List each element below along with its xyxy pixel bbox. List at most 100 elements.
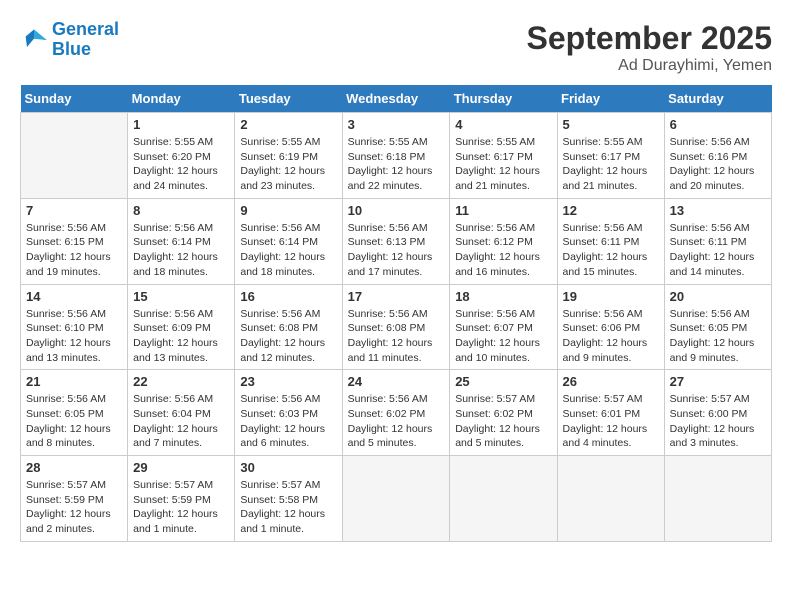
calendar-week-row: 7 Sunrise: 5:56 AMSunset: 6:15 PMDaylight… [21,198,772,284]
day-number: 21 [26,374,122,389]
weekday-header: Wednesday [342,85,450,113]
calendar-week-row: 14Sunrise: 5:56 AMSunset: 6:10 PMDayligh… [21,284,772,370]
day-info: Sunrise: 5:57 AMSunset: 5:59 PMDaylight:… [133,478,229,537]
calendar-cell: 13 Sunrise: 5:56 AMSunset: 6:11 PMDayligh… [664,198,771,284]
calendar-cell: 1 Sunrise: 5:55 AMSunset: 6:20 PMDaylight… [128,113,235,199]
day-number: 25 [455,374,551,389]
day-info: Sunrise: 5:56 AMSunset: 6:03 PMDaylight:… [240,392,336,451]
day-number: 7 [26,203,122,218]
calendar-cell: 20Sunrise: 5:56 AMSunset: 6:05 PMDayligh… [664,284,771,370]
day-info: Sunrise: 5:56 AMSunset: 6:13 PMDaylight:… [348,221,445,280]
calendar-week-row: 1 Sunrise: 5:55 AMSunset: 6:20 PMDaylight… [21,113,772,199]
weekday-header: Saturday [664,85,771,113]
calendar-cell: 15 Sunrise: 5:56 AMSunset: 6:09 PMDayligh… [128,284,235,370]
calendar-cell [21,113,128,199]
calendar-cell: 22 Sunrise: 5:56 AMSunset: 6:04 PMDayligh… [128,370,235,456]
calendar-cell [342,456,450,542]
calendar-cell: 18 Sunrise: 5:56 AMSunset: 6:07 PMDayligh… [450,284,557,370]
day-info: Sunrise: 5:57 AMSunset: 5:59 PMDaylight:… [26,478,122,537]
day-info: Sunrise: 5:56 AMSunset: 6:12 PMDaylight:… [455,221,551,280]
day-number: 13 [670,203,766,218]
weekday-header: Friday [557,85,664,113]
day-info: Sunrise: 5:56 AMSunset: 6:02 PMDaylight:… [348,392,445,451]
day-number: 15 [133,289,229,304]
day-info: Sunrise: 5:56 AMSunset: 6:08 PMDaylight:… [348,307,445,366]
calendar-cell: 4 Sunrise: 5:55 AMSunset: 6:17 PMDaylight… [450,113,557,199]
calendar-cell: 5 Sunrise: 5:55 AMSunset: 6:17 PMDaylight… [557,113,664,199]
day-info: Sunrise: 5:57 AMSunset: 6:01 PMDaylight:… [563,392,659,451]
day-info: Sunrise: 5:55 AMSunset: 6:18 PMDaylight:… [348,135,445,194]
day-info: Sunrise: 5:56 AMSunset: 6:11 PMDaylight:… [563,221,659,280]
day-info: Sunrise: 5:56 AMSunset: 6:11 PMDaylight:… [670,221,766,280]
day-number: 26 [563,374,659,389]
location-title: Ad Durayhimi, Yemen [527,57,772,75]
calendar-cell [450,456,557,542]
title-section: September 2025 Ad Durayhimi, Yemen [527,20,772,75]
day-number: 1 [133,117,229,132]
day-number: 24 [348,374,445,389]
calendar-cell: 6Sunrise: 5:56 AMSunset: 6:16 PMDaylight… [664,113,771,199]
day-number: 5 [563,117,659,132]
calendar-cell: 12Sunrise: 5:56 AMSunset: 6:11 PMDayligh… [557,198,664,284]
calendar-cell: 23 Sunrise: 5:56 AMSunset: 6:03 PMDayligh… [235,370,342,456]
calendar-table: SundayMondayTuesdayWednesdayThursdayFrid… [20,85,772,542]
calendar-cell: 29 Sunrise: 5:57 AMSunset: 5:59 PMDayligh… [128,456,235,542]
calendar-cell: 11 Sunrise: 5:56 AMSunset: 6:12 PMDayligh… [450,198,557,284]
day-number: 20 [670,289,766,304]
weekday-header: Thursday [450,85,557,113]
day-info: Sunrise: 5:56 AMSunset: 6:04 PMDaylight:… [133,392,229,451]
calendar-cell: 19Sunrise: 5:56 AMSunset: 6:06 PMDayligh… [557,284,664,370]
day-number: 3 [348,117,445,132]
calendar-week-row: 28 Sunrise: 5:57 AMSunset: 5:59 PMDayligh… [21,456,772,542]
logo: GeneralBlue [20,20,119,60]
day-number: 11 [455,203,551,218]
day-info: Sunrise: 5:55 AMSunset: 6:17 PMDaylight:… [563,135,659,194]
day-info: Sunrise: 5:55 AMSunset: 6:20 PMDaylight:… [133,135,229,194]
day-number: 14 [26,289,122,304]
day-number: 23 [240,374,336,389]
calendar-cell: 21Sunrise: 5:56 AMSunset: 6:05 PMDayligh… [21,370,128,456]
day-number: 17 [348,289,445,304]
weekday-header: Tuesday [235,85,342,113]
day-number: 28 [26,460,122,475]
day-info: Sunrise: 5:56 AMSunset: 6:15 PMDaylight:… [26,221,122,280]
month-title: September 2025 [527,20,772,57]
calendar-cell: 30 Sunrise: 5:57 AMSunset: 5:58 PMDayligh… [235,456,342,542]
calendar-cell: 8 Sunrise: 5:56 AMSunset: 6:14 PMDaylight… [128,198,235,284]
logo-text: GeneralBlue [52,20,119,60]
weekday-header: Sunday [21,85,128,113]
day-info: Sunrise: 5:55 AMSunset: 6:19 PMDaylight:… [240,135,336,194]
day-number: 29 [133,460,229,475]
day-info: Sunrise: 5:57 AMSunset: 6:02 PMDaylight:… [455,392,551,451]
day-number: 30 [240,460,336,475]
day-number: 4 [455,117,551,132]
day-info: Sunrise: 5:55 AMSunset: 6:17 PMDaylight:… [455,135,551,194]
day-number: 9 [240,203,336,218]
calendar-cell: 14Sunrise: 5:56 AMSunset: 6:10 PMDayligh… [21,284,128,370]
day-info: Sunrise: 5:56 AMSunset: 6:07 PMDaylight:… [455,307,551,366]
day-info: Sunrise: 5:57 AMSunset: 5:58 PMDaylight:… [240,478,336,537]
day-info: Sunrise: 5:56 AMSunset: 6:06 PMDaylight:… [563,307,659,366]
day-info: Sunrise: 5:56 AMSunset: 6:09 PMDaylight:… [133,307,229,366]
day-number: 10 [348,203,445,218]
day-info: Sunrise: 5:56 AMSunset: 6:14 PMDaylight:… [133,221,229,280]
day-number: 6 [670,117,766,132]
calendar-cell: 2Sunrise: 5:55 AMSunset: 6:19 PMDaylight… [235,113,342,199]
calendar-cell [557,456,664,542]
calendar-header-row: SundayMondayTuesdayWednesdayThursdayFrid… [21,85,772,113]
day-number: 18 [455,289,551,304]
day-number: 8 [133,203,229,218]
calendar-cell: 24 Sunrise: 5:56 AMSunset: 6:02 PMDayligh… [342,370,450,456]
calendar-cell: 25 Sunrise: 5:57 AMSunset: 6:02 PMDayligh… [450,370,557,456]
logo-icon [20,26,48,54]
day-number: 22 [133,374,229,389]
day-number: 16 [240,289,336,304]
calendar-cell: 27Sunrise: 5:57 AMSunset: 6:00 PMDayligh… [664,370,771,456]
calendar-cell: 3 Sunrise: 5:55 AMSunset: 6:18 PMDaylight… [342,113,450,199]
day-info: Sunrise: 5:56 AMSunset: 6:14 PMDaylight:… [240,221,336,280]
weekday-header: Monday [128,85,235,113]
calendar-cell: 28 Sunrise: 5:57 AMSunset: 5:59 PMDayligh… [21,456,128,542]
page-header: GeneralBlue September 2025 Ad Durayhimi,… [20,20,772,75]
calendar-cell: 9 Sunrise: 5:56 AMSunset: 6:14 PMDaylight… [235,198,342,284]
day-number: 27 [670,374,766,389]
